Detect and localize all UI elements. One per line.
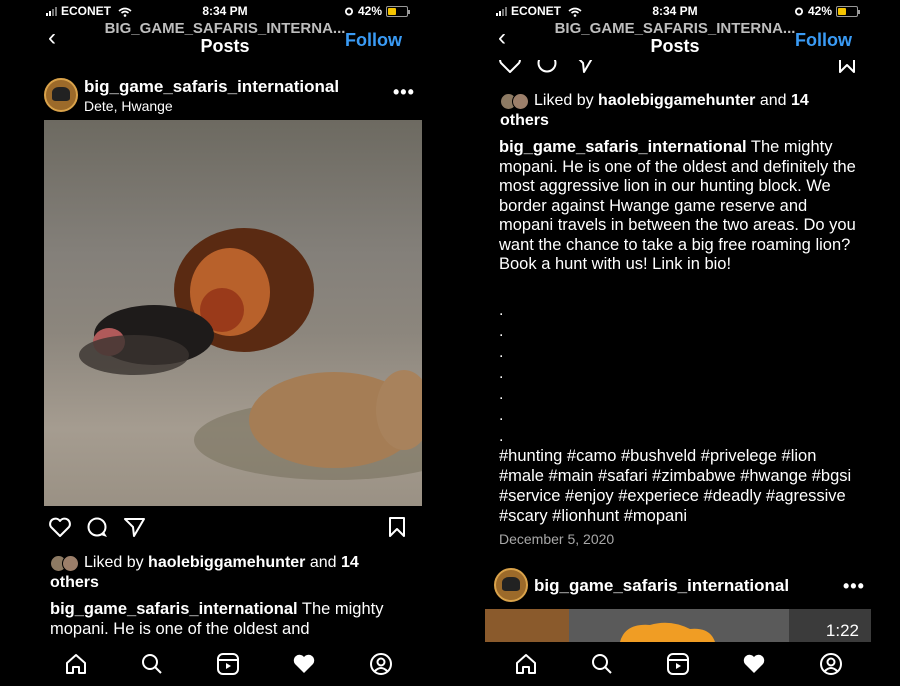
heart-icon[interactable] [48, 516, 72, 544]
profile-icon[interactable] [369, 652, 393, 681]
post-location[interactable]: Dete, Hwange [84, 98, 173, 114]
right-screenshot: ECONET 8:34 PM 42% ‹ BIG_GAME_SAFARIS_IN… [450, 0, 900, 686]
liked-suffix: and [755, 92, 791, 109]
bottom-tab-bar [450, 642, 900, 686]
more-options-icon[interactable]: ••• [393, 82, 415, 103]
caption-full: big_game_safaris_international The might… [499, 138, 864, 275]
likes-summary[interactable]: Liked by haolebiggamehunter and 14 other… [50, 553, 410, 593]
liked-user[interactable]: haolebiggamehunter [148, 554, 305, 571]
activity-heart-icon[interactable] [292, 652, 316, 681]
post-photo[interactable] [44, 120, 422, 506]
liked-user[interactable]: haolebiggamehunter [598, 92, 755, 109]
alarm-icon [794, 7, 803, 16]
post-username[interactable]: big_game_safaris_international [84, 77, 339, 97]
caption-username[interactable]: big_game_safaris_international [50, 600, 298, 618]
profile-icon[interactable] [819, 652, 843, 681]
home-icon[interactable] [514, 652, 538, 681]
comment-icon[interactable] [536, 60, 560, 76]
share-icon[interactable] [573, 60, 597, 76]
post-date: December 5, 2020 [499, 531, 615, 547]
post-actions [498, 60, 860, 76]
liker-avatars [500, 92, 530, 110]
avatar[interactable] [494, 568, 528, 602]
video-thumbnail [485, 609, 789, 642]
video-duration: 1:22 [825, 621, 859, 640]
reels-icon[interactable] [216, 652, 240, 681]
status-bar: ECONET 8:34 PM 42% [450, 0, 900, 20]
search-icon[interactable] [140, 652, 164, 681]
caption-dots: . . . . . . . [499, 302, 504, 445]
alarm-icon [344, 7, 353, 16]
liked-prefix: Liked by [84, 554, 149, 571]
next-post-username[interactable]: big_game_safaris_international [534, 576, 789, 596]
hashtags[interactable]: #hunting #camo #bushveld #privelege #lio… [499, 446, 864, 526]
battery-percent: 42% [357, 4, 382, 18]
post-actions [48, 516, 410, 544]
avatar[interactable] [44, 78, 78, 112]
left-screenshot: ECONET 8:34 PM 42% ‹ BIG_GAME_SAFARIS_IN… [0, 0, 450, 686]
bottom-tab-bar [0, 642, 450, 686]
lion-image [79, 228, 422, 480]
home-icon[interactable] [64, 652, 88, 681]
search-icon[interactable] [590, 652, 614, 681]
comment-icon[interactable] [86, 516, 110, 544]
share-icon[interactable] [123, 516, 147, 544]
caption-username[interactable]: big_game_safaris_international [499, 138, 747, 156]
heart-icon[interactable] [498, 60, 522, 76]
more-options-icon[interactable]: ••• [843, 576, 865, 597]
activity-heart-icon[interactable] [742, 652, 766, 681]
caption-preview: big_game_safaris_international The might… [50, 600, 410, 640]
status-bar: ECONET 8:34 PM 42% [0, 0, 450, 20]
top-nav: ‹ BIG_GAME_SAFARIS_INTERNA... Posts Foll… [0, 18, 450, 58]
follow-button[interactable]: Follow [345, 30, 402, 51]
caption-text: The mighty mopani. He is one of the olde… [499, 138, 856, 273]
bookmark-icon[interactable] [837, 60, 857, 76]
bookmark-icon[interactable] [387, 516, 407, 544]
battery-percent: 42% [807, 4, 832, 18]
top-nav: ‹ BIG_GAME_SAFARIS_INTERNA... Posts Foll… [450, 18, 900, 58]
battery-status: 42% [344, 4, 410, 18]
liked-prefix: Liked by [534, 92, 599, 109]
next-post-video[interactable]: 1:22 [485, 609, 871, 642]
battery-status: 42% [794, 4, 860, 18]
battery-icon [386, 5, 410, 17]
follow-button[interactable]: Follow [795, 30, 852, 51]
liked-suffix: and [305, 554, 341, 571]
likes-summary[interactable]: Liked by haolebiggamehunter and 14 other… [500, 91, 860, 131]
liker-avatars [50, 554, 80, 572]
battery-icon [836, 5, 860, 17]
reels-icon[interactable] [666, 652, 690, 681]
